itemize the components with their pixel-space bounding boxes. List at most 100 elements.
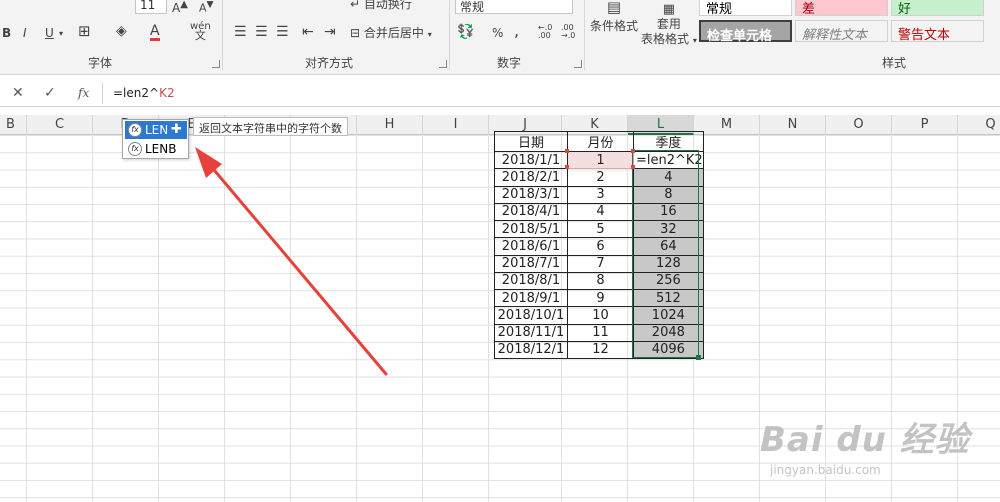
- enter-icon[interactable]: ✓: [44, 85, 56, 101]
- border-icon[interactable]: ⊞: [78, 24, 91, 39]
- cell-date[interactable]: 2018/6/1: [494, 237, 568, 256]
- column-header-m[interactable]: M: [694, 115, 760, 135]
- cell-date[interactable]: 2018/9/1: [494, 288, 568, 308]
- cell-month[interactable]: 9: [567, 288, 634, 308]
- cell-month[interactable]: 11: [567, 323, 634, 342]
- font-shrink-icon[interactable]: A▼: [199, 0, 214, 16]
- cancel-icon[interactable]: ✕: [12, 85, 24, 101]
- font-grow-icon[interactable]: A▲: [172, 0, 188, 15]
- cell-month[interactable]: 1: [567, 150, 634, 170]
- wrap-text-button[interactable]: ↵ 自动换行: [350, 0, 412, 11]
- cell-month[interactable]: 3: [567, 185, 634, 204]
- column-header-o[interactable]: O: [826, 115, 892, 135]
- bold-button[interactable]: B: [2, 26, 11, 40]
- italic-button[interactable]: I: [23, 26, 27, 40]
- table-row: 2018/11/1 11 2048: [494, 323, 704, 342]
- cell-quarter[interactable]: 16: [633, 202, 704, 222]
- cell-date[interactable]: 2018/1/1: [494, 150, 568, 170]
- column-header-i[interactable]: I: [423, 115, 489, 135]
- number-format-combo[interactable]: 常规: [455, 0, 573, 14]
- cell-quarter[interactable]: 1024: [633, 306, 704, 325]
- font-size-combo[interactable]: 11: [135, 0, 167, 14]
- insert-function-icon[interactable]: fx: [78, 86, 89, 100]
- cell-quarter[interactable]: 4096: [633, 340, 704, 360]
- column-header-n[interactable]: N: [760, 115, 826, 135]
- style-bad[interactable]: 差: [795, 0, 888, 17]
- style-check-cell[interactable]: 检查单元格: [699, 20, 792, 44]
- align-left-icon[interactable]: ☰: [234, 25, 247, 39]
- cell-quarter[interactable]: 64: [633, 237, 704, 256]
- fill-handle[interactable]: [696, 355, 701, 360]
- cell-month[interactable]: 12: [567, 340, 634, 360]
- cell-month[interactable]: 4: [567, 202, 634, 222]
- cell-date[interactable]: 2018/2/1: [494, 168, 568, 187]
- cell-date[interactable]: 2018/4/1: [494, 202, 568, 222]
- alignment-dialog-launcher-icon[interactable]: [439, 60, 447, 68]
- cell-quarter[interactable]: 4: [633, 168, 704, 187]
- column-header-p[interactable]: P: [892, 115, 958, 135]
- style-normal[interactable]: 常规: [699, 0, 792, 17]
- cell-quarter[interactable]: =len2^K2: [633, 150, 704, 170]
- underline-dropdown-icon[interactable]: ▾: [59, 27, 63, 41]
- comma-button[interactable]: ,: [514, 23, 519, 39]
- phonetic-button[interactable]: wén 文: [190, 22, 211, 42]
- column-header-b[interactable]: B: [0, 115, 27, 135]
- autocomplete-item-lenb[interactable]: fx LENB: [125, 140, 187, 158]
- cell-quarter[interactable]: 128: [633, 254, 704, 273]
- column-header-h[interactable]: H: [357, 115, 423, 135]
- cell-quarter[interactable]: 8: [633, 185, 704, 204]
- table-row: 2018/5/1 5 32: [494, 219, 704, 239]
- cell-date[interactable]: 2018/3/1: [494, 185, 568, 204]
- watermark-logo-text: Bai du 经验: [760, 420, 970, 460]
- align-center-icon[interactable]: ☰: [255, 25, 268, 39]
- cell-quarter[interactable]: 2048: [633, 323, 704, 342]
- header-date[interactable]: 日期: [494, 131, 568, 152]
- cell-date[interactable]: 2018/10/1: [494, 306, 568, 325]
- cell-month[interactable]: 5: [567, 219, 634, 239]
- cell-month[interactable]: 8: [567, 271, 634, 291]
- underline-button[interactable]: U: [45, 26, 54, 40]
- percent-button[interactable]: %: [492, 26, 503, 40]
- header-month[interactable]: 月份: [567, 131, 634, 152]
- formula-input[interactable]: =len2^K2: [113, 86, 175, 100]
- decrease-indent-icon[interactable]: ⇤: [302, 25, 314, 39]
- column-header-q[interactable]: Q: [958, 115, 1000, 135]
- header-quarter[interactable]: 季度: [633, 131, 704, 152]
- currency-icon[interactable]: 💱: [457, 25, 474, 39]
- cell-date[interactable]: 2018/7/1: [494, 254, 568, 273]
- style-good[interactable]: 好: [891, 0, 984, 17]
- cell-quarter[interactable]: 32: [633, 219, 704, 239]
- format-as-table-button[interactable]: ▦ 套用 表格格式 ▾: [641, 2, 697, 48]
- align-right-icon[interactable]: ☰: [276, 25, 289, 39]
- number-dialog-launcher-icon[interactable]: [574, 60, 582, 68]
- increase-indent-icon[interactable]: ⇥: [324, 25, 336, 39]
- ribbon-divider: [449, 0, 450, 70]
- fill-color-icon[interactable]: ◈: [116, 24, 127, 38]
- grid-column-line: [26, 135, 27, 502]
- cell-month[interactable]: 6: [567, 237, 634, 256]
- autocomplete-item-len[interactable]: fx LEN ✚: [125, 121, 187, 139]
- cell-quarter[interactable]: 512: [633, 288, 704, 308]
- cell-date[interactable]: 2018/12/1: [494, 340, 568, 360]
- cell-date[interactable]: 2018/11/1: [494, 323, 568, 342]
- ref-corner-marker: [565, 165, 569, 169]
- cell-date[interactable]: 2018/8/1: [494, 271, 568, 291]
- font-color-button[interactable]: A: [150, 24, 160, 41]
- cell-date[interactable]: 2018/5/1: [494, 219, 568, 239]
- decrease-decimal-button[interactable]: .00 →.0: [561, 24, 575, 40]
- cell-quarter[interactable]: 256: [633, 271, 704, 291]
- style-warning[interactable]: 警告文本: [891, 20, 984, 43]
- chevron-down-icon: ▾: [427, 30, 432, 39]
- cell-month[interactable]: 10: [567, 306, 634, 325]
- merge-center-button[interactable]: ⊟ 合并后居中 ▾: [350, 26, 432, 42]
- cell-month[interactable]: 7: [567, 254, 634, 273]
- cursor-move-icon: ✚: [171, 122, 182, 137]
- merge-cells-icon: ⊟: [350, 26, 361, 40]
- conditional-format-button[interactable]: ▤ 条件格式: [590, 0, 638, 35]
- cell-month[interactable]: 2: [567, 168, 634, 187]
- font-dialog-launcher-icon[interactable]: [212, 60, 220, 68]
- grid-column-line: [422, 135, 423, 502]
- increase-decimal-button[interactable]: ←.0.00: [538, 24, 552, 40]
- style-explanatory[interactable]: 解释性文本: [795, 20, 888, 43]
- column-header-c[interactable]: C: [27, 115, 93, 135]
